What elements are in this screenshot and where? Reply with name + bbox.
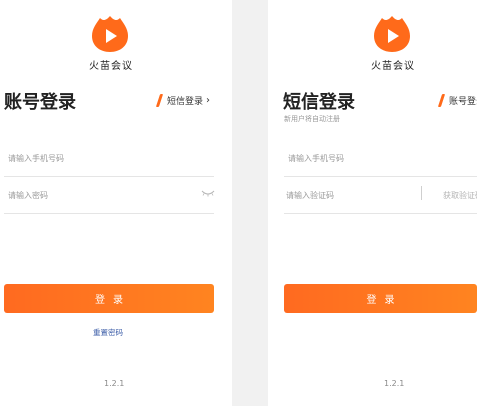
password-input[interactable] <box>8 189 188 201</box>
version-label: 1.2.1 <box>104 379 125 388</box>
switch-link-label: 账号登录 <box>449 97 477 107</box>
switch-to-sms-login-link[interactable]: 短信登录 › <box>155 94 211 107</box>
login-button[interactable]: 登录 <box>4 284 214 313</box>
phone-input-underline <box>4 176 214 177</box>
accent-slash <box>437 94 446 107</box>
phone-input[interactable] <box>288 152 468 164</box>
account-login-panel: 火苗会议 账号登录 短信登录 › 登录 重置密码 1.2.1 <box>0 0 232 406</box>
verification-code-input[interactable] <box>286 189 406 201</box>
page-subtitle: 新用户将自动注册 <box>284 115 340 123</box>
code-input-underline <box>284 213 477 214</box>
eye-closed-icon[interactable] <box>201 189 215 197</box>
switch-to-account-login-link[interactable]: 账号登录 <box>437 94 477 107</box>
sms-login-panel: 火苗会议 短信登录 新用户将自动注册 账号登录 获取验证码 登录 1.2.1 <box>268 0 477 406</box>
page-title: 短信登录 <box>283 92 355 113</box>
phone-input-underline <box>284 176 477 177</box>
login-button[interactable]: 登录 <box>284 284 477 313</box>
reset-password-link[interactable]: 重置密码 <box>93 327 123 338</box>
switch-link-label: 短信登录 <box>167 97 204 107</box>
chevron-right-icon: › <box>206 95 211 106</box>
app-name: 火苗会议 <box>371 61 415 72</box>
accent-slash <box>155 94 164 107</box>
page-title: 账号登录 <box>4 92 76 113</box>
phone-input[interactable] <box>8 152 198 164</box>
app-name: 火苗会议 <box>89 61 133 72</box>
get-code-button[interactable]: 获取验证码 <box>443 190 477 201</box>
app-logo-icon <box>92 16 128 52</box>
version-label: 1.2.1 <box>384 379 405 388</box>
password-input-underline <box>4 213 214 214</box>
field-divider <box>421 186 422 200</box>
app-logo-icon <box>374 16 410 52</box>
